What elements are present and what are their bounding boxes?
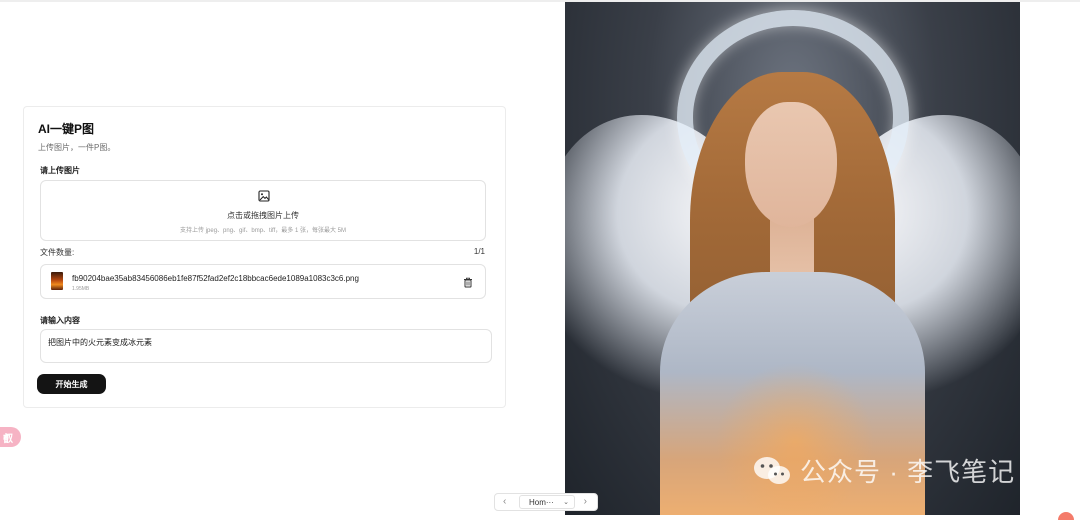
prompt-text: 把图片中的火元素变成冰元素 — [48, 338, 152, 347]
corner-badge — [1058, 512, 1074, 520]
page-title: AI一键P图 — [38, 122, 95, 136]
watermark: 公众号 · 李飞笔记 — [752, 452, 1015, 489]
file-count-value: 1/1 — [473, 247, 485, 256]
floating-assistant-widget[interactable]: 叡 — [0, 427, 21, 447]
generate-button[interactable]: 开始生成 — [37, 374, 106, 394]
trash-icon[interactable] — [463, 277, 473, 288]
page-select[interactable]: Hom··· ⌄ — [519, 495, 575, 509]
image-glow — [715, 362, 875, 515]
page-select-value: Hom··· — [529, 498, 554, 507]
image-icon — [258, 190, 270, 202]
image-face — [745, 102, 837, 227]
upload-hint: 支持上传 jpeg、png、gif、bmp、tiff，最多 1 张，每张最大 5… — [180, 228, 346, 234]
upload-dropzone[interactable]: 点击或拖拽图片上传 支持上传 jpeg、png、gif、bmp、tiff，最多 … — [40, 180, 486, 241]
prompt-section-label: 请输入内容 — [40, 316, 80, 325]
wechat-icon — [754, 456, 790, 484]
chevron-left-icon[interactable]: ‹ — [503, 496, 506, 507]
page-subtitle: 上传图片，一件P图。 — [38, 143, 116, 152]
result-image — [565, 2, 1020, 515]
file-thumbnail — [51, 272, 63, 290]
file-size: 1.95MB — [72, 286, 90, 292]
chevron-right-icon[interactable]: › — [584, 496, 587, 507]
prompt-input[interactable]: 把图片中的火元素变成冰元素 — [40, 329, 492, 363]
chevron-down-icon: ⌄ — [563, 499, 569, 506]
uploaded-file-item: fb90204bae35ab83456086eb1fe87f52fad2ef2c… — [40, 264, 486, 299]
watermark-text: 公众号 · 李飞笔记 — [800, 457, 1016, 487]
file-count-label: 文件数量: — [40, 248, 75, 257]
assistant-label: 叡 — [3, 434, 13, 445]
upload-instruction: 点击或拖拽图片上传 — [227, 211, 299, 220]
upload-section-label: 请上传图片 — [40, 166, 80, 175]
ai-edit-panel: AI一键P图 上传图片，一件P图。 请上传图片 点击或拖拽图片上传 支持上传 j… — [23, 106, 506, 408]
file-name: fb90204bae35ab83456086eb1fe87f52fad2ef2c… — [72, 274, 359, 283]
page-navigator: ‹ Hom··· ⌄ › — [494, 493, 598, 511]
